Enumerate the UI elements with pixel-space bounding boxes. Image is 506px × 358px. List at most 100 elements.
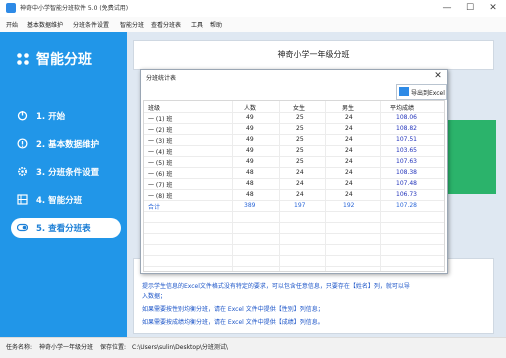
girls-cell: 24 — [296, 191, 304, 198]
path-label: 保存位置: — [100, 344, 127, 351]
boys-cell: 24 — [345, 180, 353, 187]
stats-table: 班级 人数 女生 男生 平均成绩 一 (1) 班 49 25 24 108.06… — [143, 100, 445, 272]
maximize-button[interactable]: ☐ — [459, 1, 481, 15]
empty-row — [144, 255, 444, 267]
boys-cell: 24 — [345, 191, 353, 198]
average-cell: 106.73 — [396, 191, 417, 198]
girls-cell: 24 — [296, 180, 304, 187]
boys-cell: 24 — [345, 125, 353, 132]
menu-tools[interactable]: 工具 — [191, 20, 203, 29]
boys-cell: 24 — [345, 114, 353, 121]
class-cell: 一 (2) 班 — [148, 127, 173, 134]
girls-cell: 25 — [296, 158, 304, 165]
export-label: 导出到Excel — [411, 90, 445, 97]
dialog-close-button[interactable]: ✕ — [431, 70, 445, 82]
class-cell: 一 (7) 班 — [148, 182, 173, 189]
column-header: 女生 — [293, 105, 306, 112]
column-header: 男生 — [342, 105, 355, 112]
toggle-icon — [17, 223, 28, 232]
menu-smart-split[interactable]: 智能分班 — [120, 20, 144, 29]
path-value: C:\Users\sulin\Desktop\分班测试\ — [132, 344, 228, 351]
menu-bar: 开始 基本数据维护 分班条件设置 智能分班 查看分班表 工具 帮助 — [0, 17, 506, 33]
sidebar-item-label: 2. 基本数据维护 — [36, 140, 100, 150]
girls-cell: 25 — [296, 147, 304, 154]
logo-icon — [17, 53, 29, 65]
export-excel-button[interactable]: 导出到Excel — [396, 84, 447, 100]
average-cell: 108.38 — [396, 169, 417, 176]
boys-cell: 24 — [345, 158, 353, 165]
status-bar: 任务名称: 神奇小学一年级分班 保存位置: C:\Users\sulin\Des… — [0, 337, 506, 358]
sidebar-item-basic-data[interactable]: 2. 基本数据维护 — [11, 134, 121, 154]
minimize-button[interactable]: — — [436, 1, 458, 15]
class-cell: 一 (1) 班 — [148, 116, 173, 123]
menu-view-table[interactable]: 查看分班表 — [151, 20, 181, 29]
info-icon — [17, 138, 28, 149]
class-cell: 一 (8) 班 — [148, 193, 173, 200]
total-girls: 197 — [294, 202, 306, 209]
average-cell: 107.48 — [396, 180, 417, 187]
column-header: 人数 — [244, 105, 257, 112]
average-cell: 107.51 — [396, 136, 417, 143]
girls-cell: 25 — [296, 136, 304, 143]
class-cell: 一 (3) 班 — [148, 138, 173, 145]
class-cell: 一 (6) 班 — [148, 171, 173, 178]
task-label: 任务名称: — [6, 344, 33, 351]
total-boys: 192 — [343, 202, 355, 209]
girls-cell: 25 — [296, 114, 304, 121]
title-bar: 神奇中小学智能分班软件 5.0 (免费试用) — ☐ ✕ — [0, 0, 506, 18]
total-average: 107.28 — [396, 202, 417, 209]
count-cell: 49 — [246, 125, 254, 132]
sidebar-item-label: 3. 分班条件设置 — [36, 168, 100, 178]
info-line: 如果需要按成绩均衡分班，请在 Excel 文件中提供【成绩】列信息。 — [142, 319, 324, 326]
power-icon — [17, 111, 28, 121]
task-value: 神奇小学一年级分班 — [39, 344, 94, 351]
boys-cell: 24 — [345, 136, 353, 143]
app-icon — [6, 3, 16, 13]
column-header: 平均成绩 — [390, 105, 415, 112]
girls-cell: 24 — [296, 169, 304, 176]
boys-cell: 24 — [345, 147, 353, 154]
count-cell: 48 — [246, 180, 254, 187]
sidebar-item-view-table[interactable]: 5. 查看分班表 — [11, 218, 121, 238]
class-cell: 一 (5) 班 — [148, 160, 173, 167]
sidebar-item-conditions[interactable]: 3. 分班条件设置 — [11, 162, 121, 182]
class-cell: 一 (4) 班 — [148, 149, 173, 156]
stats-dialog: 分班统计表 ✕ 导出到Excel 班级 人数 女生 男生 平均成绩 一 (1) … — [140, 69, 448, 274]
action-card[interactable] — [440, 120, 496, 194]
girls-cell: 25 — [296, 125, 304, 132]
count-cell: 49 — [246, 158, 254, 165]
count-cell: 48 — [246, 191, 254, 198]
info-line: 入数据； — [142, 293, 167, 300]
excel-icon — [399, 87, 409, 96]
menu-basic-data[interactable]: 基本数据维护 — [27, 20, 63, 29]
total-label: 合计 — [148, 204, 161, 211]
column-header: 班级 — [148, 105, 161, 112]
menu-conditions[interactable]: 分班条件设置 — [73, 20, 109, 29]
school-header: 神奇小学一年级分班 — [133, 40, 494, 70]
close-button[interactable]: ✕ — [482, 1, 504, 15]
count-cell: 49 — [246, 147, 254, 154]
info-line: 如果需要按性别均衡分班，请在 Excel 文件中提供【性别】列信息； — [142, 306, 324, 313]
average-cell: 108.82 — [396, 125, 417, 132]
count-cell: 49 — [246, 114, 254, 121]
sidebar-item-label: 1. 开始 — [36, 112, 66, 122]
dialog-title: 分班统计表 — [146, 75, 177, 82]
average-cell: 108.06 — [396, 114, 417, 121]
count-cell: 48 — [246, 169, 254, 176]
total-count: 389 — [244, 202, 256, 209]
grid-icon — [17, 194, 28, 205]
sidebar — [0, 32, 127, 337]
average-cell: 107.63 — [396, 158, 417, 165]
info-line: 提示学生信息的Excel文件格式没有特定的要求，可以包含任意信息，只要存在【姓名… — [142, 283, 410, 290]
sidebar-item-smart-split[interactable]: 4. 智能分班 — [11, 190, 121, 210]
menu-help[interactable]: 帮助 — [210, 20, 222, 29]
page-title: 神奇小学一年级分班 — [277, 50, 350, 59]
sidebar-item-start[interactable]: 1. 开始 — [11, 106, 121, 126]
sidebar-item-label: 4. 智能分班 — [36, 196, 83, 206]
boys-cell: 24 — [345, 169, 353, 176]
average-cell: 103.65 — [396, 147, 417, 154]
menu-start[interactable]: 开始 — [6, 20, 18, 29]
sidebar-item-label: 5. 查看分班表 — [36, 224, 91, 234]
window-title: 神奇中小学智能分班软件 5.0 (免费试用) — [20, 5, 129, 12]
gear-icon — [18, 167, 27, 176]
